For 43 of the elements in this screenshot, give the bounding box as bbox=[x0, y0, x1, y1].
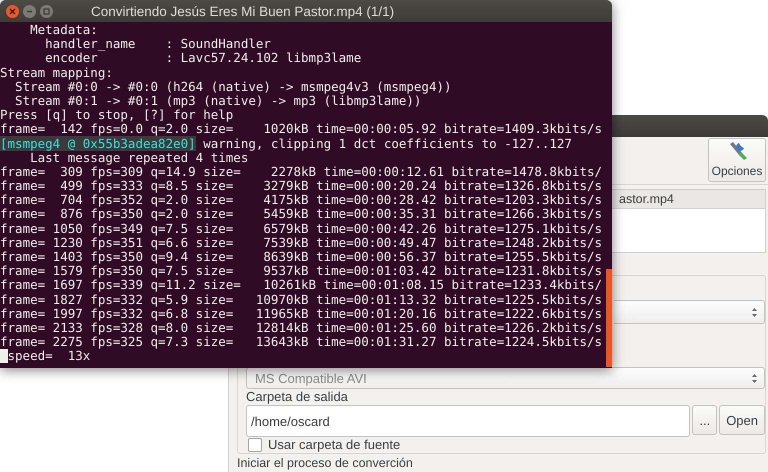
status-message: Iniciar el proceso de converción bbox=[237, 455, 414, 472]
dropdown[interactable] bbox=[614, 300, 765, 324]
log-line: frame= 1050 fps=349 q=7.5 size= 6579kB time=00:00:42.26 bitrate=1275.1kbits/s bbox=[0, 220, 602, 236]
maximize-icon[interactable] bbox=[40, 4, 53, 18]
log-line: handler_name : SoundHandler bbox=[44, 36, 271, 52]
checkbox-label: Usar carpeta de fuente bbox=[268, 437, 400, 452]
log-line: frame= 2275 fps=325 q=7.3 size= 13643kB time=00:01:31.27 bitrate=1224.5kbits/s bbox=[0, 334, 602, 350]
log-line: frame= 1827 fps=332 q=5.9 size= 10970kB time=00:01:13.32 bitrate=1225.5kbits/s bbox=[0, 292, 602, 307]
log-line: frame= 1579 fps=350 q=7.5 size= 9537kB time=00:01:03.42 bitrate=1231.8kbits/s bbox=[0, 263, 602, 278]
spinner-arrows-icon bbox=[751, 372, 758, 384]
log-line: frame= 876 fps=350 q=2.0 size= 5459kB time=00:00:35.31 bitrate=1266.3kbits/s bbox=[0, 206, 602, 222]
log-line: frame= 1230 fps=351 q=6.6 size= 7539kB time=00:00:49.47 bitrate=1248.2kbits/s bbox=[0, 234, 602, 250]
log-line: frame= 142 fps=0.0 q=2.0 size= 1020kB time=00:00:05.92 bitrate=1409.3kbits/s bbox=[0, 121, 602, 136]
log-line: speed= 13x bbox=[8, 348, 90, 364]
log-line: frame= 499 fps=333 q=8.5 size= 3279kB time=00:00:20.24 bitrate=1326.8kbits/s bbox=[0, 178, 602, 194]
close-icon[interactable] bbox=[6, 4, 19, 18]
log-line: frame= 309 fps=309 q=14.9 size= 2278kB time=00:00:12.61 bitrate=1478.8kbits/ bbox=[0, 164, 602, 179]
output-folder-label: Carpeta de salida bbox=[246, 389, 349, 404]
log-line: Last message repeated 4 times bbox=[30, 150, 248, 165]
scrollbar[interactable] bbox=[606, 269, 612, 367]
browse-button[interactable]: ... bbox=[692, 405, 718, 435]
log-line: frame= 704 fps=352 q=2.0 size= 4175kB time=00:00:28.42 bitrate=1203.3kbits/s bbox=[0, 192, 602, 208]
log-line: Stream #0:1 -> #0:1 (mp3 (native) -> mp3 (libmp3lame)) bbox=[14, 92, 422, 108]
minimize-icon[interactable] bbox=[23, 4, 36, 18]
open-button[interactable]: Open bbox=[719, 405, 765, 435]
window-title: Convirtiendo Jesús Eres Mi Buen Pastor.mp4 (1/1) bbox=[91, 4, 394, 18]
log-line: frame= 1403 fps=350 q=9.4 size= 8639kB time=00:00:56.37 bitrate=1255.5kbits/s bbox=[0, 249, 602, 264]
log-line: warning, clipping 1 dct coefficients to -127..127 bbox=[202, 136, 572, 150]
checkbox[interactable] bbox=[248, 438, 262, 452]
log-line: Press [q] to stop, [?] for help bbox=[0, 107, 234, 122]
log-line: frame= 1997 fps=332 q=6.8 size= 11965kB time=00:01:20.16 bitrate=1222.6kbits/s bbox=[0, 306, 602, 321]
options-button[interactable]: Opciones bbox=[708, 138, 766, 182]
text-cursor bbox=[0, 349, 8, 364]
log-line: frame= 1697 fps=339 q=11.2 size= 10261kB time=00:01:08.15 bitrate=1233.4kbits/ bbox=[0, 277, 602, 292]
spinner-arrows-icon bbox=[751, 306, 758, 318]
log-line: frame= 2133 fps=328 q=8.0 size= 12814kB time=00:01:25.60 bitrate=1226.2kbits/s bbox=[0, 320, 602, 335]
log-line: Metadata: bbox=[29, 22, 98, 37]
log-line: Stream #0:0 -> #0:0 (h264 (native) -> msmpeg4v3 (msmpeg4)) bbox=[14, 78, 452, 94]
log-line: Stream mapping: bbox=[0, 64, 113, 80]
log-line: encoder : Lavc57.24.102 libmp3lame bbox=[44, 50, 362, 66]
log-tag: [msmpeg4 @ 0x55b3adea82e0] bbox=[0, 136, 196, 150]
output-folder-field[interactable]: /home/oscard bbox=[246, 405, 690, 437]
file-name[interactable]: astor.mp4 bbox=[619, 192, 674, 206]
